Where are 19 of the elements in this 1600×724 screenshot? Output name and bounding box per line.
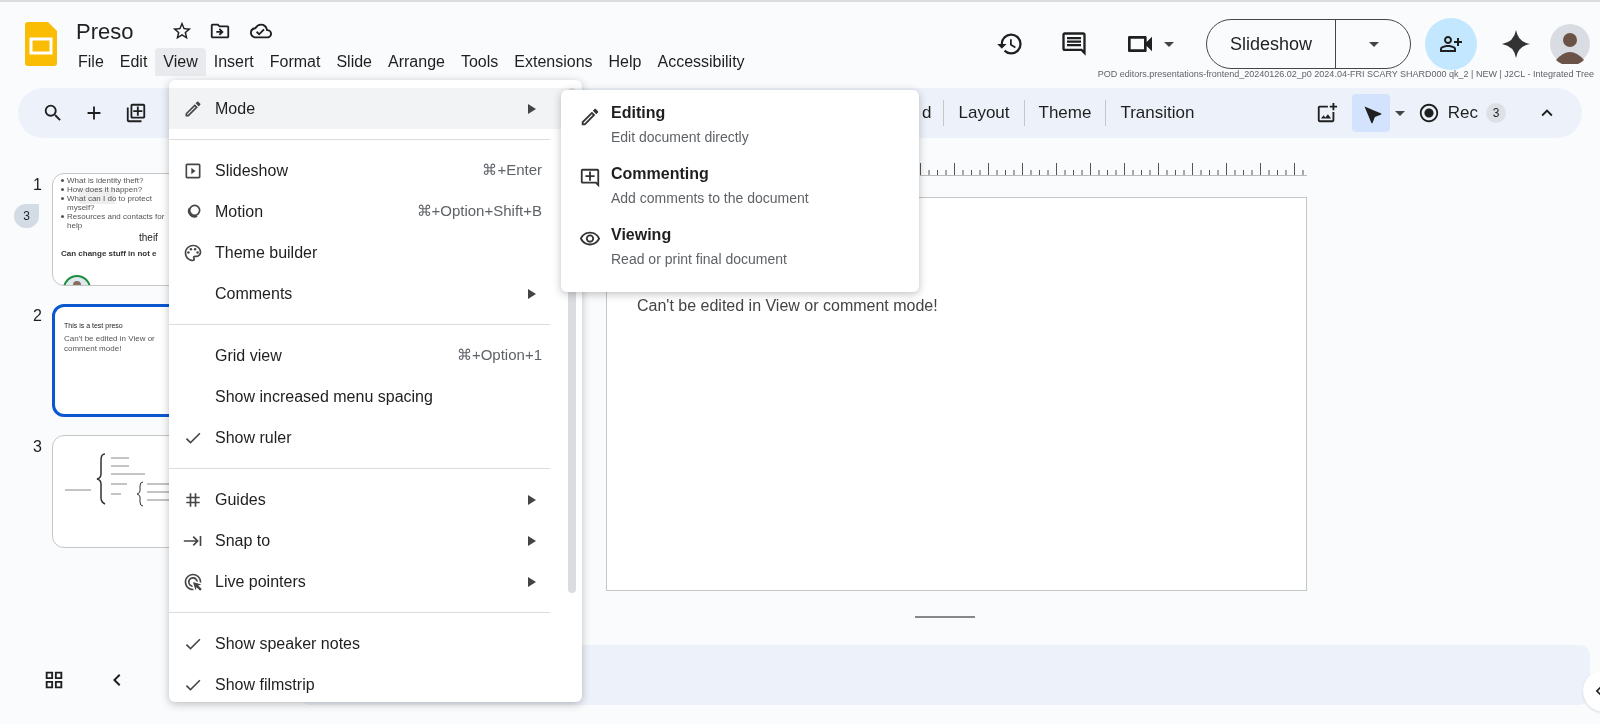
slide-number: 2: [33, 306, 42, 326]
record-count-badge: 3: [1486, 103, 1506, 123]
thumbnail-subtitle: Can change stuff in not e: [61, 248, 157, 260]
submenu-item-description: Edit document directly: [611, 128, 749, 147]
slide-number: 1: [33, 175, 42, 195]
thumbnail-bullet: What is identity theft?: [67, 176, 144, 185]
shortcut-text: ⌘+Enter: [482, 160, 542, 181]
thumbnail-body: Can't be edited in View or comment mode!: [64, 334, 156, 354]
build-info-text: POD editors.presentations-frontend_20240126.02_p0 2024.04-FRI SCARY SHARD000 qk_2 | NEW | J2CL - Integrated Tree: [1097, 68, 1594, 81]
slide-body-text: Can't be edited in View or comment mode!: [637, 297, 938, 314]
thumbnail-bullet: How does it happen?: [67, 185, 143, 194]
thumbnail-bullet: Resources and contacts for help: [67, 212, 165, 230]
submenu-item-description: Read or print final document: [611, 250, 787, 269]
comment-count-badge: 3: [14, 204, 39, 228]
shortcut-text: ⌘+Option+Shift+B: [416, 201, 542, 222]
slide-number: 3: [33, 437, 42, 457]
thumbnail-bullet: What can I do to protect myself?: [67, 194, 153, 212]
shortcut-text: ⌘+Option+1: [456, 345, 542, 366]
thumbnail-title: theif: [139, 231, 158, 245]
